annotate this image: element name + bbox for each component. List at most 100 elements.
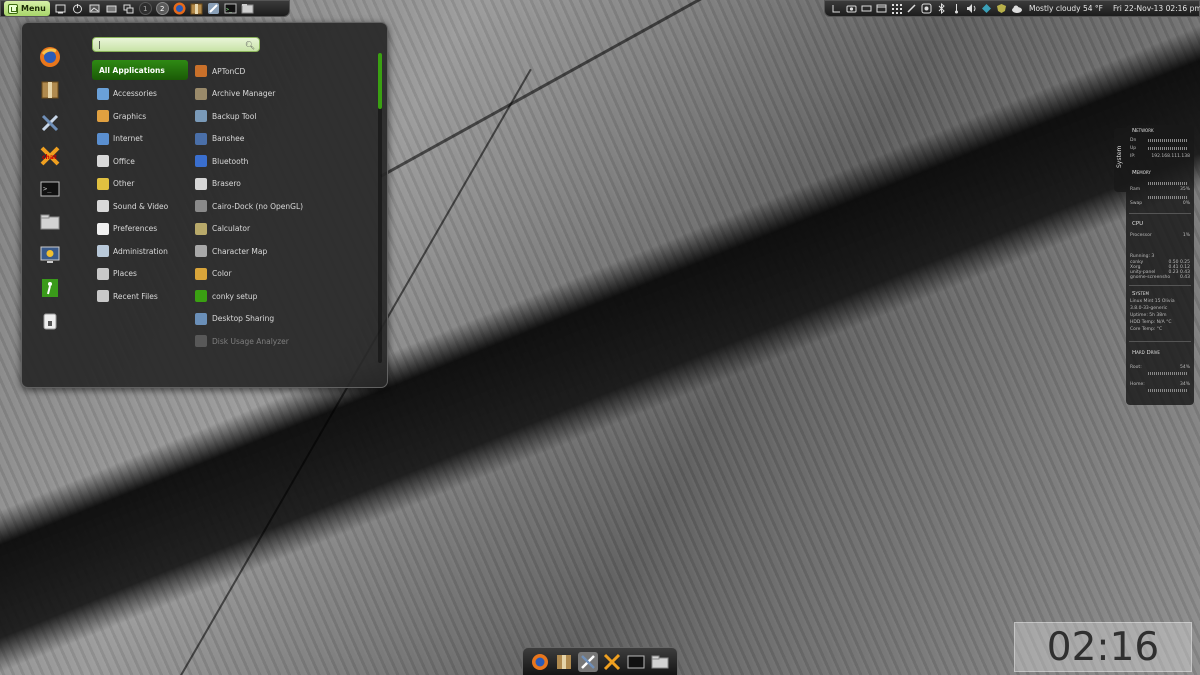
app-list-scrollbar[interactable]: [378, 53, 382, 363]
workspace-2-button[interactable]: 2: [155, 2, 169, 15]
category-internet[interactable]: Internet: [92, 128, 188, 151]
sound-video-icon: [97, 200, 109, 213]
app-item[interactable]: APTonCD: [195, 60, 375, 83]
firefox-launcher-icon[interactable]: [173, 2, 186, 15]
category-graphics[interactable]: Graphics: [92, 105, 188, 128]
dock-system-tools[interactable]: [578, 651, 598, 672]
app-item[interactable]: Color: [195, 263, 375, 286]
dock-firefox[interactable]: [530, 652, 550, 672]
memory-title: Memory: [1132, 170, 1151, 176]
favorite-chat[interactable]: chat: [38, 144, 62, 168]
windows-icon[interactable]: [122, 2, 135, 15]
dock-archive[interactable]: [554, 652, 574, 672]
ram-value: 35%: [1179, 187, 1190, 192]
application-list: APTonCD Archive Manager Backup Tool Banshee…: [195, 60, 375, 353]
preferences-icon: [97, 222, 109, 235]
favorite-logout[interactable]: [38, 276, 62, 300]
scrollbar-thumb[interactable]: [378, 53, 382, 109]
bluetooth-icon[interactable]: [936, 2, 947, 15]
network-title: Network: [1132, 128, 1154, 134]
app-item[interactable]: Archive Manager: [195, 83, 375, 106]
cpu-title: CPU: [1132, 221, 1144, 227]
app-icon: [195, 245, 207, 258]
app-label: Cairo-Dock (no OpenGL): [212, 201, 304, 211]
category-other[interactable]: Other: [92, 173, 188, 196]
terminal-launcher-icon[interactable]: >_: [224, 2, 237, 15]
favorite-terminal[interactable]: >_: [38, 177, 62, 201]
dock-chat[interactable]: [602, 652, 622, 672]
menu-button[interactable]: Menu: [4, 1, 50, 16]
window-icon[interactable]: [876, 2, 887, 15]
workspace-1-button[interactable]: 1: [138, 2, 152, 15]
places-icon: [97, 267, 109, 280]
app-item[interactable]: Bluetooth: [195, 150, 375, 173]
category-administration[interactable]: Administration: [92, 240, 188, 263]
favorite-files[interactable]: [38, 210, 62, 234]
linux-mint-logo-icon: [8, 3, 18, 14]
app-item[interactable]: Character Map: [195, 240, 375, 263]
folder-icon[interactable]: [105, 2, 118, 15]
category-accessories[interactable]: Accessories: [92, 83, 188, 106]
files-launcher-icon[interactable]: [241, 2, 254, 15]
wood-seam: [380, 0, 872, 178]
usb-icon[interactable]: [951, 2, 962, 15]
tools-icon[interactable]: [906, 2, 917, 15]
net-up-bar: [1148, 147, 1188, 150]
swap-bar: [1148, 196, 1188, 199]
favorite-system-tools[interactable]: [38, 111, 62, 135]
divider: [1129, 341, 1191, 342]
category-all-apps[interactable]: All Applications: [92, 60, 188, 80]
network-icon[interactable]: [981, 2, 992, 15]
application-menu: chat >_ | 🔍︎ All Applications Accessories…: [21, 22, 388, 388]
category-office[interactable]: Office: [92, 150, 188, 173]
processor-label: Processor: [1130, 233, 1152, 238]
volume-icon[interactable]: [966, 2, 977, 15]
administration-icon: [97, 245, 109, 258]
update-manager-icon[interactable]: [921, 2, 932, 15]
category-recent-files[interactable]: Recent Files: [92, 285, 188, 308]
weather-applet[interactable]: Mostly cloudy 54 °F: [1029, 4, 1103, 13]
app-item[interactable]: Cairo-Dock (no OpenGL): [195, 195, 375, 218]
archive-launcher-icon[interactable]: [190, 2, 203, 15]
show-desktop-icon[interactable]: [54, 2, 67, 15]
keyboard-icon[interactable]: [861, 2, 872, 15]
favorite-firefox[interactable]: [38, 45, 62, 69]
terminal-icon: [627, 655, 645, 668]
app-item[interactable]: Backup Tool: [195, 105, 375, 128]
favorite-display[interactable]: [38, 243, 62, 267]
favorite-lock[interactable]: [38, 309, 62, 333]
window-list-icon[interactable]: [831, 2, 842, 15]
app-item[interactable]: Calculator: [195, 218, 375, 241]
svg-text:chat: chat: [42, 154, 57, 161]
hard-drive-title: Hard Drive: [1132, 350, 1160, 356]
panel-clock[interactable]: Fri 22-Nov-13 02:16 pm: [1113, 4, 1200, 13]
category-preferences[interactable]: Preferences: [92, 218, 188, 241]
top-left-panel: Menu 1 2 >_: [0, 0, 290, 17]
workspace-grid-icon[interactable]: [891, 2, 902, 15]
menu-search-input[interactable]: | 🔍︎: [92, 37, 260, 52]
app-icon: [195, 65, 207, 78]
screenshot-icon[interactable]: [846, 2, 857, 15]
category-label: Office: [113, 156, 135, 166]
app-item[interactable]: Disk Usage Analyzer: [195, 330, 375, 353]
app-label: Character Map: [212, 246, 268, 256]
app-item[interactable]: Banshee: [195, 128, 375, 151]
app-item[interactable]: Desktop Sharing: [195, 308, 375, 331]
category-sound-video[interactable]: Sound & Video: [92, 195, 188, 218]
image-viewer-icon[interactable]: [88, 2, 101, 15]
system-tools-launcher-icon[interactable]: [207, 2, 220, 15]
app-label: conky setup: [212, 291, 258, 301]
category-label: Other: [113, 179, 135, 189]
app-label: Backup Tool: [212, 111, 257, 121]
dock-files[interactable]: [650, 652, 670, 672]
favorite-archive[interactable]: [38, 78, 62, 102]
shield-icon[interactable]: [996, 2, 1007, 15]
app-item[interactable]: Brasero: [195, 173, 375, 196]
app-item[interactable]: conky setup: [195, 285, 375, 308]
category-places[interactable]: Places: [92, 263, 188, 286]
dock-terminal[interactable]: [626, 652, 646, 672]
search-input-value: |: [98, 40, 101, 49]
power-icon[interactable]: [71, 2, 84, 15]
wrench-screwdriver-icon: [581, 654, 595, 669]
app-icon: [195, 200, 207, 213]
